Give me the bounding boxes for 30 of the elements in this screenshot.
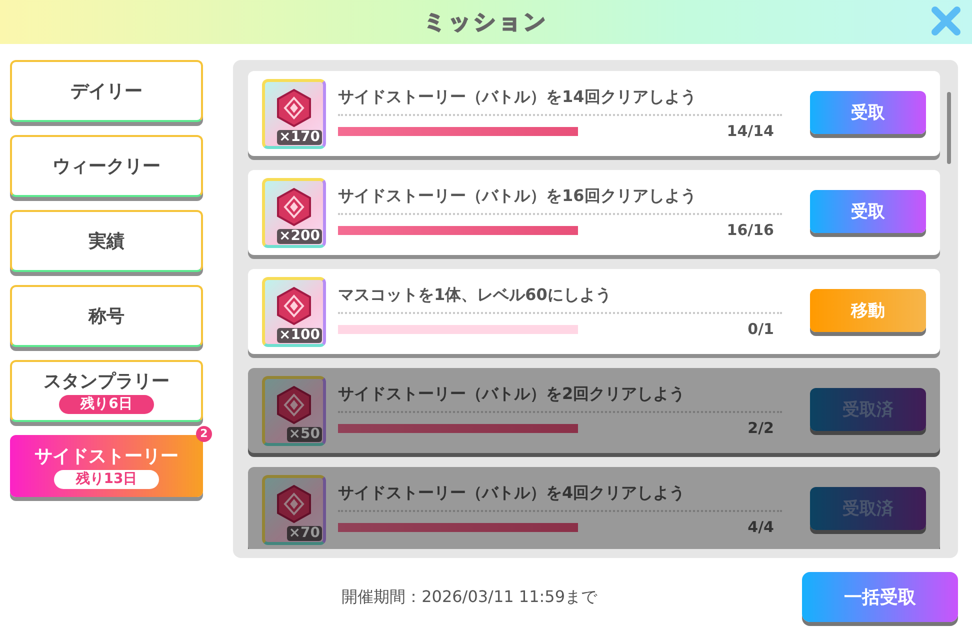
action-button[interactable]: 受取: [810, 91, 926, 134]
gem-icon: [274, 484, 314, 524]
remaining-days-tag: 残り13日: [54, 470, 160, 488]
reward-count: ×50: [286, 426, 322, 442]
progress-count: 16/16: [726, 221, 775, 239]
progress-count: 14/14: [726, 122, 775, 140]
gem-icon: [274, 88, 314, 128]
event-period: 開催期間：2026/03/11 11:59まで: [342, 586, 597, 608]
gem-icon: [274, 384, 314, 424]
mission-title: サイドストーリー（バトル）を2回クリアしよう: [338, 384, 686, 405]
claim-all-button[interactable]: 一括受取: [802, 572, 958, 622]
close-icon[interactable]: [930, 5, 962, 37]
progress-count: 4/4: [748, 518, 775, 536]
reward-count: ×170: [277, 130, 322, 144]
screen-title: ミッション: [424, 9, 548, 37]
gem-icon: [274, 286, 314, 326]
mission-title: サイドストーリー（バトル）を14回クリアしよう: [338, 87, 698, 108]
reward-count: ×200: [277, 228, 322, 244]
mission-title: サイドストーリー（バトル）を16回クリアしよう: [338, 186, 698, 207]
gem-icon: [274, 186, 314, 226]
mission-title: サイドストーリー（バトル）を4回クリアしよう: [338, 483, 686, 504]
progress-count: 0/1: [748, 320, 775, 338]
notification-badge: 2: [196, 426, 212, 442]
remaining-days-tag: 残り6日: [58, 394, 154, 414]
action-button[interactable]: 受取: [810, 190, 926, 233]
reward-count: ×70: [286, 526, 322, 540]
reward-count: ×100: [277, 328, 322, 342]
mission-title: マスコットを1体、レベル60にしよう: [338, 285, 612, 306]
progress-count: 2/2: [748, 419, 775, 437]
action-button[interactable]: 移動: [810, 289, 926, 332]
